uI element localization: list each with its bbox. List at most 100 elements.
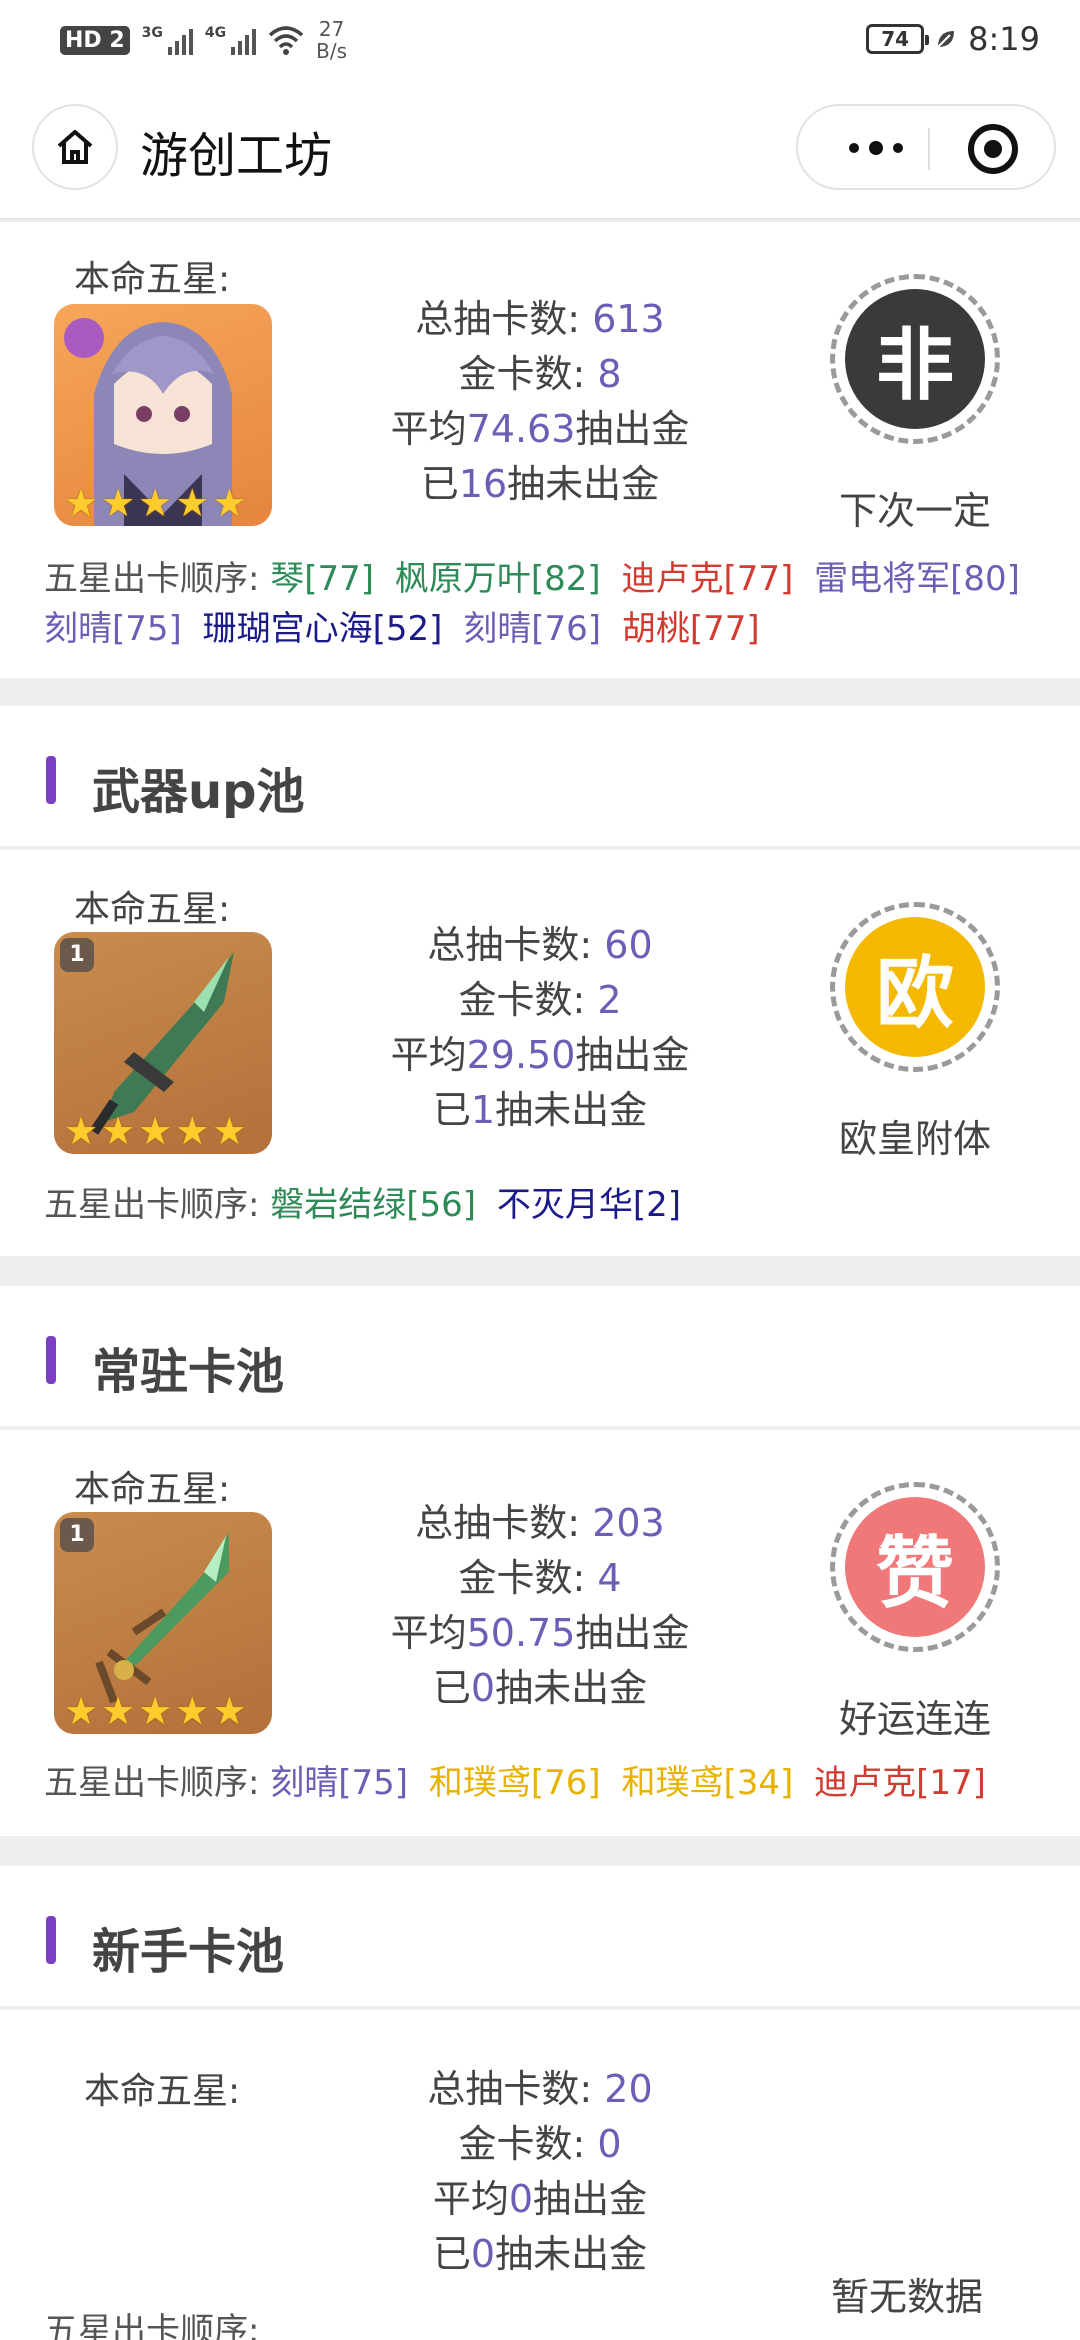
pity-count: 已1抽未出金 — [432, 1088, 648, 1132]
luck-badge: 欧 — [830, 902, 1000, 1072]
star-icon: ★ — [101, 1109, 136, 1153]
section-title: 武器up池 — [92, 764, 305, 820]
pool-card-standard: 本命五星: 1 ★ ★ ★ ★ ★ 总抽卡数: 203 金卡数: 4 平均50.75抽出… — [0, 1430, 1080, 1836]
pull-stats: 总抽卡数: 613 金卡数: 8 平均74.63抽出金 已16抽未出金 — [340, 292, 740, 512]
total-pulls: 总抽卡数: 203 — [415, 1501, 665, 1545]
status-bar: HD 2 3G 4G 27 B/s 74 8:19 — [0, 0, 1080, 82]
more-dot-icon — [849, 143, 859, 153]
luck-badge: 赞 — [830, 1482, 1000, 1652]
battery-indicator: 74 — [866, 24, 930, 54]
more-button[interactable] — [836, 132, 916, 164]
signal-3g-icon: 3G — [142, 25, 193, 55]
average-pulls: 平均50.75抽出金 — [390, 1611, 690, 1655]
pull-stats: 总抽卡数: 203 金卡数: 4 平均50.75抽出金 已0抽未出金 — [340, 1496, 740, 1716]
fate-star-label: 本命五星: — [74, 889, 231, 930]
order-item: 雷电将军[80] — [814, 559, 1020, 599]
weapon-avatar: 1 ★ ★ ★ ★ ★ — [54, 932, 272, 1154]
fate-star-label: 本命五星: — [74, 259, 231, 300]
order-item: 琴[77] — [270, 559, 375, 599]
pool-card-weapon: 本命五星: 1 ★ ★ ★ ★ ★ 总抽卡数: 60 金卡数: 2 平均29.50抽出金… — [0, 850, 1080, 1256]
order-label: 五星出卡顺序: — [44, 2311, 260, 2340]
average-pulls: 平均0抽出金 — [432, 2177, 648, 2221]
five-star-rating: ★ ★ ★ ★ ★ — [64, 484, 246, 522]
net-speed: 27 B/s — [316, 17, 348, 63]
refine-rank: 1 — [60, 1518, 94, 1552]
order-item: 珊瑚宫心海[52] — [202, 609, 443, 649]
fate-star-label: 本命五星: — [74, 1469, 231, 1510]
pity-count: 已0抽未出金 — [432, 2232, 648, 2276]
section-accent — [46, 1336, 56, 1384]
order-item: 不灭月华[2] — [496, 1185, 682, 1225]
total-pulls: 总抽卡数: 20 — [427, 2067, 653, 2111]
average-pulls: 平均74.63抽出金 — [390, 407, 690, 451]
leaf-icon — [937, 31, 955, 48]
close-miniprogram-button[interactable] — [968, 124, 1018, 174]
capsule-divider — [928, 128, 930, 170]
five-star-order: 五星出卡顺序: — [44, 2306, 1044, 2340]
section-standard-pool: 常驻卡池 — [0, 1286, 1080, 1428]
order-item: 胡桃[77] — [621, 609, 760, 649]
star-icon: ★ — [64, 1689, 99, 1733]
order-item: 刻晴[76] — [463, 609, 602, 649]
star-icon: ★ — [175, 1109, 210, 1153]
five-star-rating: ★ ★ ★ ★ ★ — [64, 1692, 246, 1730]
fate-star-label: 本命五星: — [84, 2071, 241, 2112]
five-star-order: 五星出卡顺序: 磐岩结绿[56] 不灭月华[2] — [44, 1180, 1044, 1230]
star-icon: ★ — [64, 481, 99, 525]
more-dot-icon — [893, 143, 903, 153]
more-dot-icon — [869, 141, 883, 155]
luck-caption: 好运连连 — [838, 1697, 991, 1741]
star-icon: ★ — [212, 1689, 247, 1733]
order-label: 五星出卡顺序: — [44, 559, 260, 599]
hd-indicator: HD 2 — [60, 25, 130, 55]
order-item: 迪卢克[77] — [621, 559, 794, 599]
star-icon: ★ — [212, 481, 247, 525]
luck-badge: 非 — [830, 274, 1000, 444]
gold-count: 金卡数: 8 — [458, 352, 622, 396]
star-icon: ★ — [175, 481, 210, 525]
order-item: 和璞鸢[34] — [621, 1763, 794, 1803]
order-item: 枫原万叶[82] — [394, 559, 601, 599]
pool-card-beginner: 本命五星: 总抽卡数: 20 金卡数: 0 平均0抽出金 已0抽未出金 暂无数据… — [0, 2010, 1080, 2340]
five-star-order: 五星出卡顺序: 刻晴[75] 和璞鸢[76] 和璞鸢[34] 迪卢克[17] — [44, 1758, 1044, 1808]
weapon-avatar: 1 ★ ★ ★ ★ ★ — [54, 1512, 272, 1734]
total-pulls: 总抽卡数: 60 — [427, 923, 653, 967]
order-item: 磐岩结绿[56] — [270, 1185, 477, 1225]
order-label: 五星出卡顺序: — [44, 1185, 260, 1225]
order-item: 和璞鸢[76] — [428, 1763, 601, 1803]
total-pulls: 总抽卡数: 613 — [415, 297, 665, 341]
nav-bar: 游创工坊 — [0, 82, 1080, 220]
section-weapon-pool: 武器up池 — [0, 706, 1080, 848]
luck-badge-char: 赞 — [845, 1497, 985, 1637]
star-icon: ★ — [138, 481, 173, 525]
signal-4g-icon: 4G — [205, 25, 257, 55]
luck-badge-char: 欧 — [845, 917, 985, 1057]
section-title: 常驻卡池 — [92, 1344, 285, 1400]
star-icon: ★ — [64, 1109, 99, 1153]
mini-program-capsule — [796, 104, 1056, 190]
star-icon: ★ — [138, 1109, 173, 1153]
section-accent — [46, 756, 56, 804]
gold-count: 金卡数: 4 — [458, 1556, 622, 1600]
pool-card-character: 本命五星: ★ ★ ★ ★ ★ 总抽卡数: 613 金卡数: 8 平均74.63抽出金 … — [0, 222, 1080, 678]
pity-count: 已0抽未出金 — [432, 1666, 648, 1710]
section-beginner-pool: 新手卡池 — [0, 1866, 1080, 2008]
page-title: 游创工坊 — [140, 128, 333, 184]
section-accent — [46, 1916, 56, 1964]
star-icon: ★ — [101, 1689, 136, 1733]
gold-count: 金卡数: 0 — [458, 2122, 622, 2166]
section-title: 新手卡池 — [92, 1924, 285, 1980]
pull-stats: 总抽卡数: 20 金卡数: 0 平均0抽出金 已0抽未出金 — [340, 2062, 740, 2282]
luck-badge-char: 非 — [845, 289, 985, 429]
gold-count: 金卡数: 2 — [458, 978, 622, 1022]
clock: 8:19 — [968, 20, 1040, 58]
pity-count: 已16抽未出金 — [420, 462, 660, 506]
five-star-order: 五星出卡顺序: 琴[77] 枫原万叶[82] 迪卢克[77] 雷电将军[80] … — [44, 554, 1044, 654]
order-item: 刻晴[75] — [44, 609, 182, 649]
luck-caption: 下次一定 — [838, 489, 991, 533]
five-star-rating: ★ ★ ★ ★ ★ — [64, 1112, 246, 1150]
order-item: 迪卢克[17] — [814, 1763, 986, 1803]
order-label: 五星出卡顺序: — [44, 1763, 260, 1803]
home-button[interactable] — [32, 104, 118, 190]
wifi-icon — [268, 26, 304, 55]
